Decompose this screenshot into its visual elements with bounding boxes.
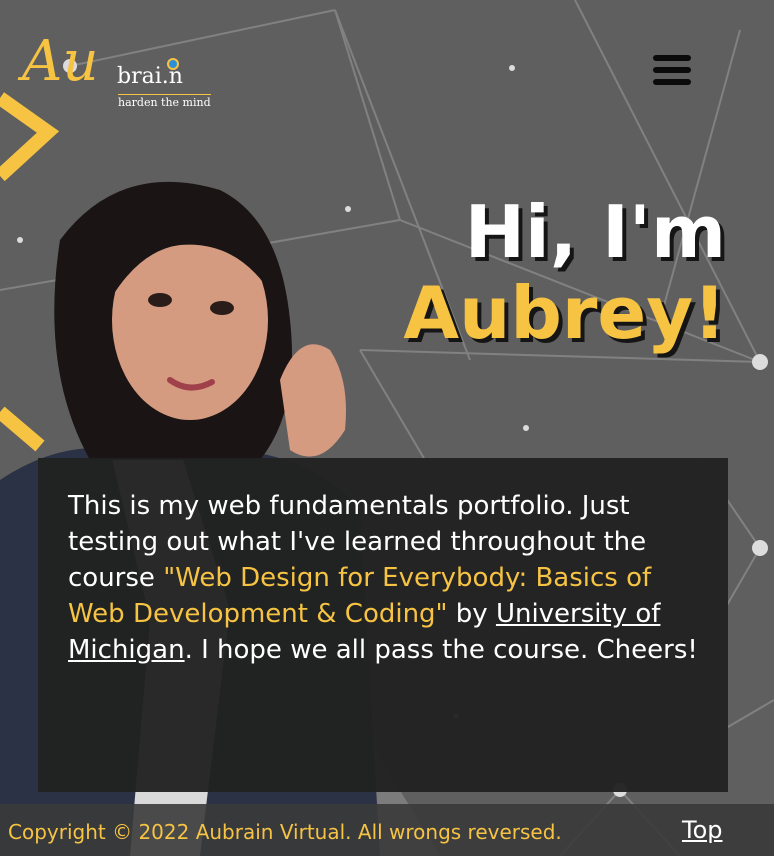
menu-bar [653, 79, 691, 85]
hamburger-icon[interactable] [653, 53, 693, 89]
back-to-top-link[interactable]: Top [682, 816, 723, 844]
hero-name: Aubrey! [403, 270, 726, 355]
logo-tagline: harden the mind [118, 94, 211, 109]
footer: Copyright © 2022 Aubrain Virtual. All wr… [0, 804, 774, 856]
hero-greeting: Hi, I'm [464, 190, 726, 274]
logo-script: Au [22, 29, 99, 94]
intro-panel: This is my web fundamentals portfolio. J… [38, 458, 728, 792]
hero-title: Hi, I'm Aubrey! [403, 192, 726, 353]
copyright-text: Copyright © 2022 Aubrain Virtual. All wr… [8, 820, 562, 844]
menu-bar [653, 55, 691, 61]
site-logo[interactable]: Au brai.n harden the mind [22, 22, 212, 112]
intro-text-end: . I hope we all pass the course. Cheers! [184, 635, 698, 665]
intro-text-by: by [447, 599, 496, 629]
intro-text: This is my web fundamentals portfolio. J… [68, 488, 698, 668]
globe-icon [167, 58, 179, 70]
menu-bar [653, 67, 691, 73]
